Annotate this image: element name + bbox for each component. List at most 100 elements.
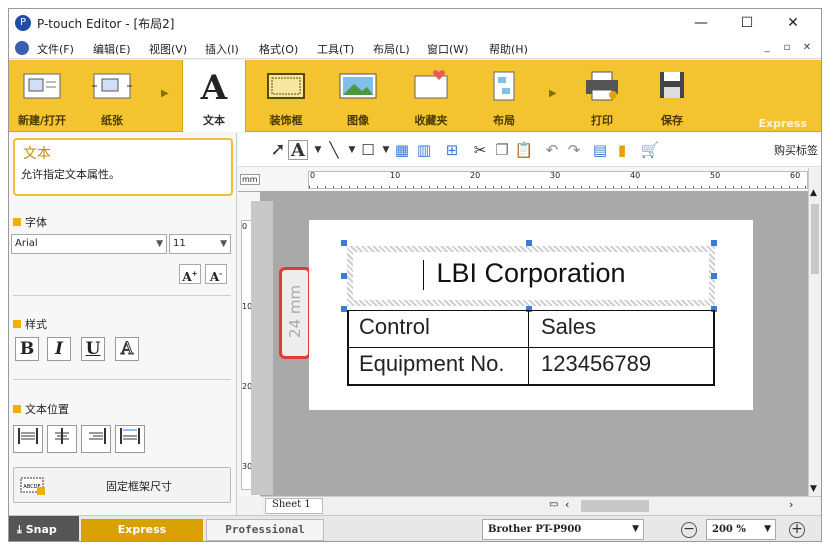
- align-distribute-icon: [120, 428, 140, 444]
- cut-icon[interactable]: ✂: [470, 140, 490, 160]
- table-cell[interactable]: Equipment No.: [359, 351, 505, 377]
- redo-icon[interactable]: ↷: [564, 140, 584, 160]
- tip-description: 允许指定文本属性。: [21, 168, 120, 181]
- copy-icon[interactable]: ❐: [492, 140, 512, 160]
- menu-format[interactable]: 格式(O): [259, 41, 298, 57]
- paste-icon[interactable]: 📋: [514, 140, 534, 160]
- ribbon-frame-button[interactable]: 装饰框: [253, 60, 319, 132]
- doc-minimize-button[interactable]: _: [759, 40, 775, 56]
- menu-edit[interactable]: 编辑(E): [93, 41, 131, 57]
- menu-window[interactable]: 窗口(W): [427, 41, 468, 57]
- ribbon-paper-button[interactable]: 纸张: [79, 60, 145, 132]
- save-disk-icon: [660, 72, 684, 98]
- ribbon-save-button[interactable]: 保存: [639, 60, 705, 132]
- minimize-button[interactable]: —: [681, 12, 721, 34]
- ribbon-label: 装饰框: [269, 114, 303, 127]
- zoom-select[interactable]: 200 % ▼: [706, 519, 776, 540]
- frame-icon: [267, 73, 305, 99]
- align-distribute-button[interactable]: [115, 425, 145, 453]
- italic-button[interactable]: I: [47, 337, 71, 361]
- fixed-frame-label: 固定框架尺寸: [106, 480, 172, 493]
- rectangle-tool-icon[interactable]: ☐: [358, 140, 378, 160]
- font-family-select[interactable]: Arial ▼: [11, 234, 167, 254]
- canvas-margin: [251, 201, 273, 495]
- label-title-text[interactable]: LBI Corporation: [353, 258, 709, 289]
- outline-style-button[interactable]: A: [115, 337, 139, 361]
- zoom-out-button[interactable]: −: [681, 522, 697, 538]
- text-object-selection[interactable]: LBI Corporation: [347, 246, 715, 306]
- window-view-icon[interactable]: ▤: [590, 140, 610, 160]
- bold-button[interactable]: B: [15, 337, 39, 361]
- ribbon-image-button[interactable]: 图像: [325, 60, 391, 132]
- ribbon-label: 布局: [493, 114, 515, 127]
- align-justify-button[interactable]: [13, 425, 43, 453]
- buy-labels-link[interactable]: 购买标签: [774, 142, 818, 158]
- decrease-font-size-button[interactable]: A-: [205, 264, 227, 284]
- ribbon-label: 文本: [203, 114, 225, 127]
- table-cell[interactable]: Sales: [541, 314, 596, 340]
- resize-handle[interactable]: [341, 240, 347, 246]
- app-menu-icon[interactable]: [15, 41, 29, 55]
- select-arrow-icon[interactable]: ➚: [268, 140, 288, 160]
- label-table[interactable]: Control Sales Equipment No. 123456789: [347, 310, 715, 386]
- zoom-in-button[interactable]: +: [789, 522, 805, 538]
- table-tool-icon[interactable]: ▦: [392, 140, 412, 160]
- snap-toggle[interactable]: ⤓ Snap: [9, 516, 79, 541]
- ribbon-print-button[interactable]: 打印: [569, 60, 635, 132]
- align-right-button[interactable]: [81, 425, 111, 453]
- menu-layout[interactable]: 布局(L): [373, 41, 410, 57]
- underline-button[interactable]: U: [81, 337, 105, 361]
- menu-help[interactable]: 帮助(H): [489, 41, 528, 57]
- barcode-tool-icon[interactable]: ▥: [414, 140, 434, 160]
- doc-close-button[interactable]: ✕: [799, 40, 815, 56]
- menu-insert[interactable]: 插入(I): [205, 41, 239, 57]
- align-center-button[interactable]: [47, 425, 77, 453]
- vertical-scrollbar[interactable]: ▲ ▼: [808, 168, 821, 496]
- fixed-frame-size-button[interactable]: ABCDE 固定框架尺寸: [13, 467, 231, 503]
- doc-restore-button[interactable]: ▫: [779, 40, 795, 56]
- resize-handle[interactable]: [711, 240, 717, 246]
- menu-file[interactable]: 文件(F): [37, 41, 74, 57]
- professional-mode-tab[interactable]: Professional: [206, 519, 324, 541]
- scroll-left-icon[interactable]: ‹: [565, 498, 569, 511]
- resize-handle[interactable]: [711, 273, 717, 279]
- scroll-down-icon[interactable]: ▼: [810, 484, 817, 494]
- resize-handle[interactable]: [341, 273, 347, 279]
- roll-icon[interactable]: ▮: [612, 140, 632, 160]
- maximize-button[interactable]: ☐: [727, 12, 767, 34]
- resize-handle[interactable]: [526, 240, 532, 246]
- shopping-cart-icon[interactable]: 🛒: [640, 140, 660, 160]
- line-tool-icon[interactable]: ╲: [324, 140, 344, 160]
- table-cell[interactable]: 123456789: [541, 351, 651, 377]
- undo-icon[interactable]: ↶: [542, 140, 562, 160]
- hscroll-thumb[interactable]: [581, 500, 649, 512]
- menu-view[interactable]: 视图(V): [149, 41, 187, 57]
- ribbon-favorites-button[interactable]: 收藏夹: [397, 60, 465, 132]
- express-mode-tab[interactable]: Express: [81, 519, 203, 541]
- ribbon-new-open-button[interactable]: 新建/打开: [9, 60, 75, 132]
- printer-select[interactable]: Brother PT-P900 ▼: [482, 519, 644, 540]
- scroll-up-icon[interactable]: ▲: [810, 188, 817, 198]
- position-section-title: 文本位置: [13, 401, 69, 417]
- database-link-icon[interactable]: ⊞: [442, 140, 462, 160]
- close-button[interactable]: ✕: [773, 12, 813, 34]
- font-size-value: 11: [173, 238, 186, 249]
- ribbon-text-button[interactable]: A 文本: [182, 60, 246, 132]
- chevron-down-icon: ▼: [764, 524, 771, 534]
- sheet-tab[interactable]: Sheet 1: [265, 498, 323, 514]
- text-tool-icon[interactable]: A: [288, 140, 308, 161]
- menu-tools[interactable]: 工具(T): [317, 41, 354, 57]
- table-cell[interactable]: Control: [359, 314, 430, 340]
- ribbon-chevron-icon: ▶: [161, 88, 169, 99]
- ribbon-label: 图像: [347, 114, 369, 127]
- increase-font-size-button[interactable]: A+: [179, 264, 201, 284]
- ribbon-label: 打印: [591, 114, 613, 127]
- ruler-tick-label: 50: [710, 171, 721, 180]
- page-icon[interactable]: ▭: [549, 499, 558, 510]
- ribbon-layout-button[interactable]: 布局: [471, 60, 537, 132]
- font-family-value: Arial: [15, 238, 38, 249]
- align-justify-icon: [18, 428, 38, 444]
- font-size-select[interactable]: 11 ▼: [169, 234, 231, 254]
- scroll-right-icon[interactable]: ›: [789, 498, 793, 511]
- scroll-thumb[interactable]: [811, 204, 819, 274]
